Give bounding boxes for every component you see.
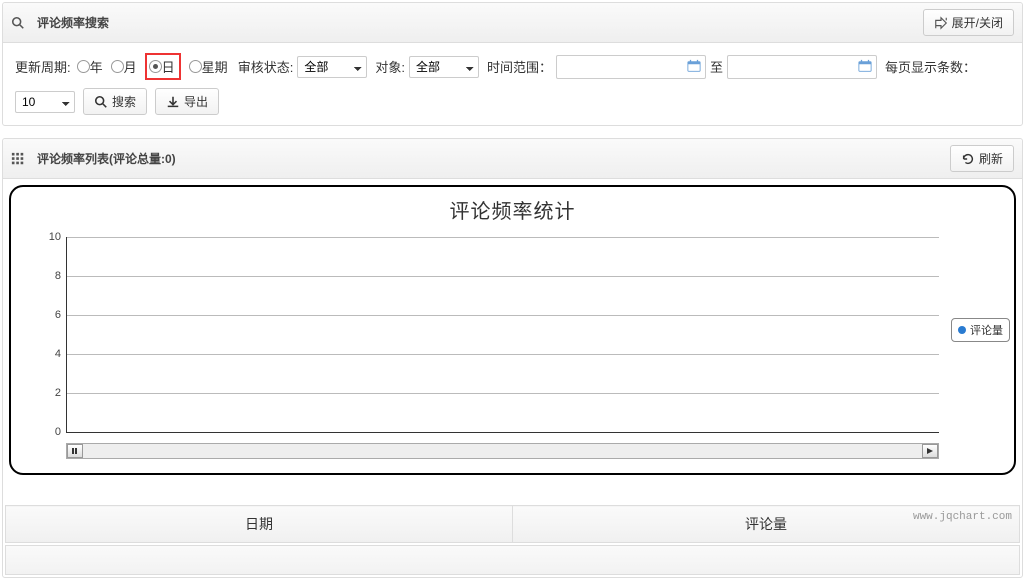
date-from-input[interactable]: [556, 55, 706, 79]
col-date-header: 日期: [6, 506, 513, 543]
search-panel: 评论频率搜索 展开/关闭 更新周期: 年 月 日: [2, 2, 1023, 126]
radio-year-label: 年: [90, 57, 103, 76]
calendar-icon: [687, 59, 701, 73]
legend-label: 评论量: [970, 322, 1003, 338]
grid-line: [67, 237, 939, 238]
y-tick-label: 8: [39, 270, 61, 282]
search-panel-title: 评论频率搜索: [37, 14, 109, 31]
grid-line: [67, 354, 939, 355]
list-panel-header: 评论频率列表(评论总量:0) 刷新: [3, 139, 1022, 179]
radio-week-wrap[interactable]: 星期: [189, 57, 228, 76]
results-table: 日期 评论量: [5, 505, 1020, 543]
list-panel: 评论频率列表(评论总量:0) 刷新 评论频率统计 0246810 评论量: [2, 138, 1023, 578]
y-tick-label: 10: [39, 231, 61, 243]
scroll-left-button[interactable]: [67, 444, 83, 458]
chart-legend: 评论量: [951, 318, 1010, 342]
radio-month[interactable]: [111, 60, 124, 73]
target-label: 对象:: [375, 57, 405, 76]
chart-area: 评论频率统计 0246810 评论量: [9, 185, 1016, 475]
table-footer: [5, 545, 1020, 575]
search-panel-body: 更新周期: 年 月 日 星期 审核状态: 全部 对象:: [3, 43, 1022, 125]
radio-year-wrap[interactable]: 年: [77, 57, 103, 76]
calendar-icon: [858, 59, 872, 73]
download-icon: [166, 94, 180, 109]
grid-line: [67, 393, 939, 394]
grid-line: [67, 315, 939, 316]
radio-day-wrap[interactable]: 日: [145, 53, 181, 80]
chart-scrollbar[interactable]: [66, 443, 939, 459]
grid-line: [67, 276, 939, 277]
toggle-button-label: 展开/关闭: [952, 14, 1003, 31]
date-to-input[interactable]: [727, 55, 877, 79]
chart-container: 评论频率统计 0246810 评论量 www.jqchart.com: [3, 185, 1022, 503]
per-page-select[interactable]: 10: [15, 91, 75, 113]
radio-month-label: 月: [124, 57, 137, 76]
toggle-icon: [934, 15, 948, 30]
refresh-button[interactable]: 刷新: [950, 145, 1014, 172]
y-tick-label: 4: [39, 348, 61, 360]
time-range-label: 时间范围：: [487, 57, 552, 76]
chart-watermark: www.jqchart.com: [913, 511, 1012, 523]
target-select[interactable]: 全部: [409, 56, 479, 78]
list-panel-title: 评论频率列表(评论总量:0): [37, 150, 176, 167]
search-icon: [94, 94, 108, 109]
export-button-label: 导出: [184, 93, 208, 110]
audit-status-label: 审核状态:: [238, 57, 294, 76]
to-label: 至: [710, 57, 723, 76]
radio-year[interactable]: [77, 60, 90, 73]
y-tick-label: 6: [39, 309, 61, 321]
radio-month-wrap[interactable]: 月: [111, 57, 137, 76]
update-cycle-label: 更新周期:: [15, 57, 71, 76]
refresh-icon: [961, 151, 975, 166]
per-page-label: 每页显示条数：: [885, 57, 976, 76]
audit-status-select[interactable]: 全部: [297, 56, 367, 78]
refresh-button-label: 刷新: [979, 150, 1003, 167]
export-button[interactable]: 导出: [155, 88, 219, 115]
y-tick-label: 2: [39, 387, 61, 399]
scroll-right-button[interactable]: [922, 444, 938, 458]
chart-title: 评论频率统计: [11, 187, 1014, 228]
search-panel-header: 评论频率搜索 展开/关闭: [3, 3, 1022, 43]
grid-icon: [11, 151, 27, 167]
filter-row-1: 更新周期: 年 月 日 星期 审核状态: 全部 对象:: [15, 53, 1010, 80]
table-header-row: 日期 评论量: [6, 506, 1020, 543]
radio-day[interactable]: [149, 60, 162, 73]
y-tick-label: 0: [39, 426, 61, 438]
radio-week[interactable]: [189, 60, 202, 73]
filter-row-2: 10 搜索 导出: [15, 88, 1010, 115]
radio-week-label: 星期: [202, 57, 228, 76]
search-icon: [11, 15, 27, 31]
search-button-label: 搜索: [112, 93, 136, 110]
chart-plot: 0246810: [66, 237, 939, 433]
search-button[interactable]: 搜索: [83, 88, 147, 115]
toggle-button[interactable]: 展开/关闭: [923, 9, 1014, 36]
radio-day-label: 日: [162, 57, 175, 76]
legend-marker: [958, 326, 966, 334]
